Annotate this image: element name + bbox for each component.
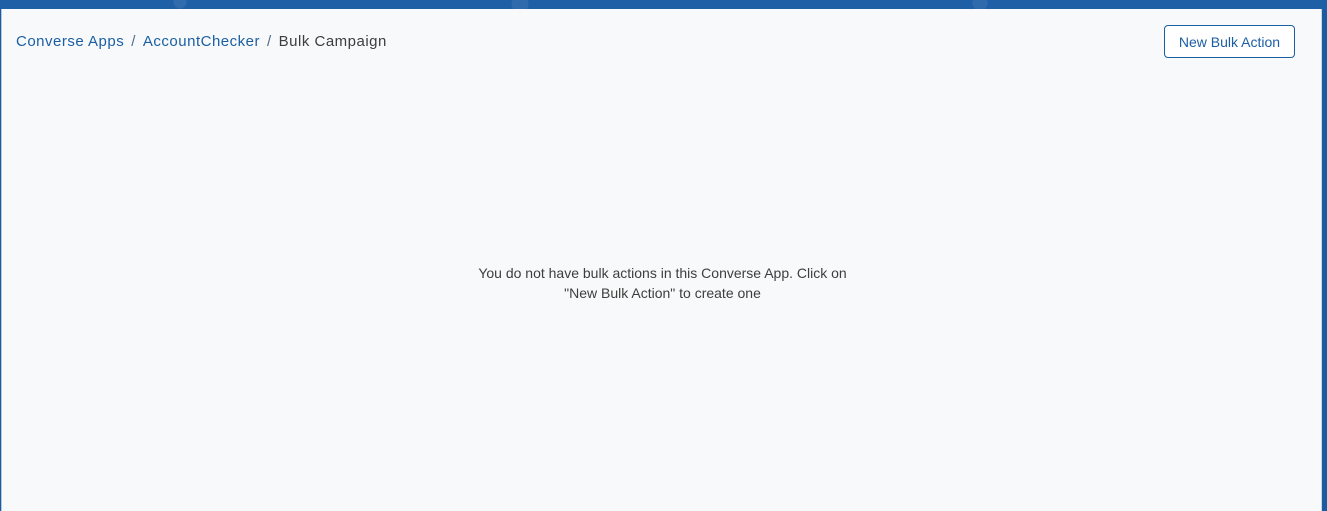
breadcrumb: Converse Apps / AccountChecker / Bulk Ca… — [16, 33, 387, 50]
empty-state-message: You do not have bulk actions in this Con… — [2, 263, 1323, 303]
breadcrumb-converse-apps-link[interactable]: Converse Apps — [16, 33, 124, 50]
breadcrumb-accountchecker-link[interactable]: AccountChecker — [143, 33, 260, 50]
empty-state-line-1: You do not have bulk actions in this Con… — [478, 265, 847, 281]
empty-state-line-2: "New Bulk Action" to create one — [564, 285, 761, 301]
breadcrumb-separator: / — [131, 33, 136, 50]
main-panel: Converse Apps / AccountChecker / Bulk Ca… — [1, 9, 1322, 511]
breadcrumb-separator: / — [266, 33, 272, 50]
breadcrumb-current-page: Bulk Campaign — [278, 33, 387, 50]
new-bulk-action-button[interactable]: New Bulk Action — [1164, 25, 1295, 58]
